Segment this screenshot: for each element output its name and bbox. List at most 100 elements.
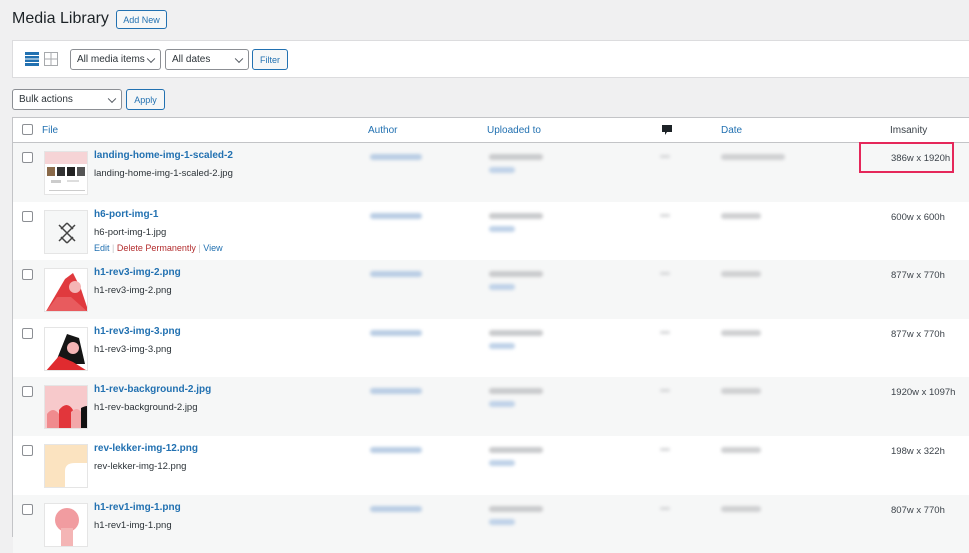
column-author[interactable]: Author [368,125,397,136]
comments-redacted [660,155,670,158]
edit-link[interactable]: Edit [94,243,110,253]
thumbnail-pink-face[interactable] [44,502,88,547]
comments-redacted [660,506,670,510]
table-row: h6-port-img-1 h6-port-img-1.jpg Edit | De… [13,202,969,261]
bulk-actions-select[interactable]: Bulk actions [12,89,122,110]
apply-button[interactable]: Apply [126,89,165,110]
author-redacted [370,505,422,512]
file-name: h1-rev3-img-3.png [94,343,172,355]
chevron-down-icon [107,94,117,103]
date-redacted [721,388,761,395]
file-title-link[interactable]: h6-port-img-1 [94,209,158,220]
comments-redacted [660,330,670,334]
file-name: h6-port-img-1.jpg [94,226,167,238]
view-link[interactable]: View [203,243,222,253]
table-row: landing-home-img-1-scaled-2 landing-home… [13,143,969,202]
file-title-link[interactable]: landing-home-img-1-scaled-2 [94,150,233,161]
media-type-value: All media items [77,54,145,65]
row-checkbox[interactable] [22,445,33,456]
dates-select[interactable]: All dates [165,49,249,70]
date-redacted [721,505,761,512]
imsanity-dimensions: 600w x 600h [891,211,945,223]
filter-bar: All media items All dates Filter [12,40,969,78]
row-checkbox[interactable] [22,503,33,515]
column-imsanity: Imsanity [890,125,928,136]
column-date[interactable]: Date [721,125,742,136]
uploaded-to-redacted [489,212,543,219]
file-title-link[interactable]: rev-lekker-img-12.png [94,443,198,454]
author-redacted [370,447,422,453]
list-view-icon[interactable] [25,52,39,66]
file-name: h1-rev3-img-2.png [94,285,172,297]
uploaded-to-redacted [489,505,543,512]
uploaded-to-link-redacted [489,460,515,466]
file-name: landing-home-img-1-scaled-2.jpg [94,168,233,179]
author-redacted [370,154,422,160]
comments-redacted [660,272,670,276]
uploaded-to-redacted [489,388,543,395]
uploaded-to-link-redacted [489,284,515,291]
imsanity-dimensions: 1920w x 1097h [891,387,956,399]
uploaded-to-redacted [489,271,543,278]
column-file[interactable]: File [42,125,58,136]
bulk-actions-value: Bulk actions [19,94,73,105]
table-row: h1-rev3-img-2.png h1-rev3-img-2.png 877w… [13,260,969,319]
table-row: h1-rev1-img-1.png h1-rev1-img-1.png 807w… [13,494,969,553]
row-checkbox[interactable] [22,210,33,222]
file-title-link[interactable]: h1-rev3-img-2.png [94,267,181,278]
comments-redacted [660,389,670,393]
file-title-link[interactable]: h1-rev3-img-3.png [94,326,181,337]
uploaded-to-link-redacted [489,401,515,408]
comments-redacted [660,213,670,217]
highlight-box [859,142,954,173]
imsanity-dimensions: 198w x 322h [891,446,945,457]
date-redacted [721,154,785,160]
uploaded-to-link-redacted [489,225,515,232]
author-redacted [370,329,422,336]
thumbnail-red-woman[interactable] [44,268,88,313]
row-checkbox[interactable] [22,327,33,339]
uploaded-to-redacted [489,447,543,453]
date-redacted [721,212,761,219]
comments-redacted [660,448,670,451]
uploaded-to-link-redacted [489,518,515,525]
delete-permanently-link[interactable]: Delete Permanently [117,243,196,253]
comment-icon[interactable] [662,125,672,136]
file-name: rev-lekker-img-12.png [94,461,187,472]
table-row: h1-rev-background-2.jpg h1-rev-backgroun… [13,377,969,436]
imsanity-dimensions: 807w x 770h [891,504,945,516]
media-type-select[interactable]: All media items [70,49,161,70]
thumbnail-black-hair-woman[interactable] [44,326,88,371]
thumbnail-beige-arch[interactable] [44,444,88,488]
add-new-button[interactable]: Add New [116,10,167,29]
media-table: File Author Uploaded to Date Imsanity la… [12,117,969,553]
uploaded-to-redacted [489,329,543,336]
uploaded-to-redacted [489,154,543,160]
column-uploaded-to[interactable]: Uploaded to [487,125,541,136]
filter-button[interactable]: Filter [252,49,288,70]
date-redacted [721,271,761,278]
file-name: h1-rev-background-2.jpg [94,402,198,414]
thumbnail-pink-women[interactable] [44,385,88,430]
grid-view-icon[interactable] [44,52,58,66]
chevron-down-icon [234,54,244,63]
table-row: h1-rev3-img-3.png h1-rev3-img-3.png 877w… [13,319,969,378]
page-title: Media Library [12,10,109,27]
table-header: File Author Uploaded to Date Imsanity [13,118,969,143]
thumbnail-website[interactable] [44,151,88,195]
file-title-link[interactable]: h1-rev-background-2.jpg [94,384,211,395]
row-checkbox[interactable] [22,386,33,398]
uploaded-to-link-redacted [489,342,515,349]
author-redacted [370,271,422,278]
chevron-down-icon [146,54,156,63]
file-title-link[interactable]: h1-rev1-img-1.png [94,502,181,513]
file-name: h1-rev1-img-1.png [94,519,172,531]
row-checkbox[interactable] [22,269,33,281]
imsanity-dimensions: 877w x 770h [891,270,945,282]
select-all-checkbox[interactable] [22,124,33,135]
table-row: rev-lekker-img-12.png rev-lekker-img-12.… [13,436,969,495]
uploaded-to-link-redacted [489,167,515,173]
date-redacted [721,447,761,453]
row-checkbox[interactable] [22,152,33,163]
thumbnail-arrows[interactable] [44,209,88,254]
